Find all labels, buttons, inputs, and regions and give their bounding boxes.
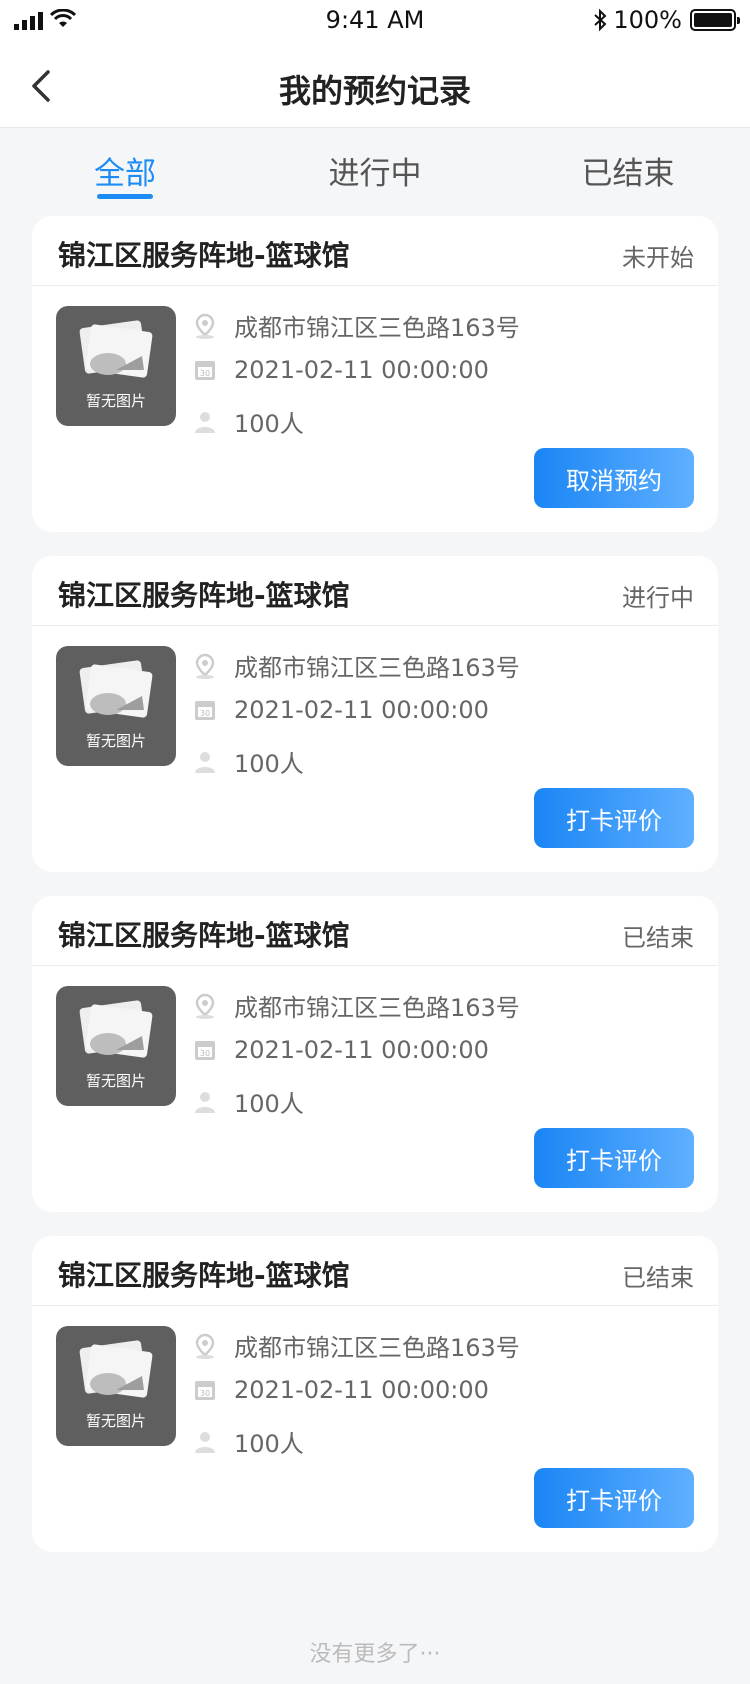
card-header: 锦江区服务阵地-篮球馆 进行中 <box>32 556 718 626</box>
battery-percent: 100% <box>613 6 682 34</box>
record-card[interactable]: 锦江区服务阵地-篮球馆 已结束 暂无图片 成都市锦江区三色路163号 30 20… <box>32 896 718 1212</box>
status-bar: 9:41 AM 100% <box>0 0 750 44</box>
review-button[interactable]: 打卡评价 <box>534 1128 694 1188</box>
venue-thumbnail: 暂无图片 <box>56 306 176 426</box>
status-right: 100% <box>593 6 740 34</box>
page-title: 我的预约记录 <box>278 72 471 110</box>
venue-title: 锦江区服务阵地-篮球馆 <box>58 239 350 272</box>
calendar-icon: 30 <box>192 697 218 723</box>
status-badge: 进行中 <box>622 584 694 612</box>
tab-all[interactable]: 全部 <box>45 148 205 199</box>
svg-text:30: 30 <box>200 1389 210 1398</box>
person-icon <box>192 1429 218 1455</box>
thumbnail-label: 暂无图片 <box>85 392 146 410</box>
battery-icon <box>690 9 740 31</box>
location-pin-icon <box>192 1333 218 1359</box>
image-placeholder-icon <box>79 660 153 718</box>
tab-bar: 全部 进行中 已结束 <box>0 128 750 208</box>
calendar-icon: 30 <box>192 1037 218 1063</box>
image-placeholder-icon <box>79 320 153 378</box>
svg-text:30: 30 <box>200 369 210 378</box>
record-card[interactable]: 锦江区服务阵地-篮球馆 未开始 暂无图片 成都市锦江区三色路163号 30 20… <box>32 216 718 532</box>
tab-finished-label: 已结束 <box>581 156 675 192</box>
svg-text:30: 30 <box>200 1049 210 1058</box>
venue-thumbnail: 暂无图片 <box>56 986 176 1106</box>
no-more-note: 没有更多了··· <box>309 1642 441 1667</box>
status-badge: 未开始 <box>622 244 694 272</box>
thumbnail-label: 暂无图片 <box>85 732 146 750</box>
card-header: 锦江区服务阵地-篮球馆 未开始 <box>32 216 718 286</box>
review-button[interactable]: 打卡评价 <box>534 1468 694 1528</box>
thumbnail-label: 暂无图片 <box>85 1412 146 1430</box>
capacity-text: 100人 <box>234 750 304 778</box>
capacity-text: 100人 <box>234 1090 304 1118</box>
status-badge: 已结束 <box>622 924 694 952</box>
datetime-row: 30 2021-02-11 00:00:00 <box>192 356 489 384</box>
calendar-icon: 30 <box>192 357 218 383</box>
cancel-booking-button[interactable]: 取消预约 <box>534 448 694 508</box>
location-pin-icon <box>192 313 218 339</box>
location-pin-icon <box>192 653 218 679</box>
capacity-row: 100人 <box>192 404 304 439</box>
capacity-row: 100人 <box>192 744 304 779</box>
person-icon <box>192 1089 218 1115</box>
datetime-row: 30 2021-02-11 00:00:00 <box>192 1376 489 1404</box>
calendar-icon: 30 <box>192 1377 218 1403</box>
address-text: 成都市锦江区三色路163号 <box>234 1334 520 1362</box>
address-text: 成都市锦江区三色路163号 <box>234 994 520 1022</box>
tab-all-label: 全部 <box>94 156 156 192</box>
address-text: 成都市锦江区三色路163号 <box>234 314 520 342</box>
card-header: 锦江区服务阵地-篮球馆 已结束 <box>32 896 718 966</box>
address-row: 成都市锦江区三色路163号 <box>192 1328 520 1363</box>
location-pin-icon <box>192 993 218 1019</box>
svg-text:30: 30 <box>200 709 210 718</box>
person-icon <box>192 749 218 775</box>
image-placeholder-icon <box>79 1000 153 1058</box>
review-button[interactable]: 打卡评价 <box>534 788 694 848</box>
venue-title: 锦江区服务阵地-篮球馆 <box>58 579 350 612</box>
venue-thumbnail: 暂无图片 <box>56 646 176 766</box>
venue-title: 锦江区服务阵地-篮球馆 <box>58 919 350 952</box>
datetime-text: 2021-02-11 00:00:00 <box>234 1036 489 1064</box>
image-placeholder-icon <box>79 1340 153 1398</box>
datetime-row: 30 2021-02-11 00:00:00 <box>192 696 489 724</box>
tab-active-indicator <box>97 194 153 199</box>
bluetooth-icon <box>594 8 607 32</box>
address-row: 成都市锦江区三色路163号 <box>192 648 520 683</box>
tab-in-progress-label: 进行中 <box>328 156 422 192</box>
record-card[interactable]: 锦江区服务阵地-篮球馆 已结束 暂无图片 成都市锦江区三色路163号 30 20… <box>32 1236 718 1552</box>
datetime-text: 2021-02-11 00:00:00 <box>234 1376 489 1404</box>
datetime-text: 2021-02-11 00:00:00 <box>234 356 489 384</box>
datetime-text: 2021-02-11 00:00:00 <box>234 696 489 724</box>
tab-finished[interactable]: 已结束 <box>548 148 708 193</box>
venue-title: 锦江区服务阵地-篮球馆 <box>58 1259 350 1292</box>
nav-bar: 我的预约记录 <box>0 44 750 128</box>
address-row: 成都市锦江区三色路163号 <box>192 308 520 343</box>
datetime-row: 30 2021-02-11 00:00:00 <box>192 1036 489 1064</box>
address-row: 成都市锦江区三色路163号 <box>192 988 520 1023</box>
address-text: 成都市锦江区三色路163号 <box>234 654 520 682</box>
capacity-text: 100人 <box>234 410 304 438</box>
capacity-row: 100人 <box>192 1084 304 1119</box>
person-icon <box>192 409 218 435</box>
card-header: 锦江区服务阵地-篮球馆 已结束 <box>32 1236 718 1306</box>
tab-in-progress[interactable]: 进行中 <box>295 148 455 193</box>
capacity-text: 100人 <box>234 1430 304 1458</box>
capacity-row: 100人 <box>192 1424 304 1459</box>
venue-thumbnail: 暂无图片 <box>56 1326 176 1446</box>
thumbnail-label: 暂无图片 <box>85 1072 146 1090</box>
record-card[interactable]: 锦江区服务阵地-篮球馆 进行中 暂无图片 成都市锦江区三色路163号 30 20… <box>32 556 718 872</box>
status-badge: 已结束 <box>622 1264 694 1292</box>
